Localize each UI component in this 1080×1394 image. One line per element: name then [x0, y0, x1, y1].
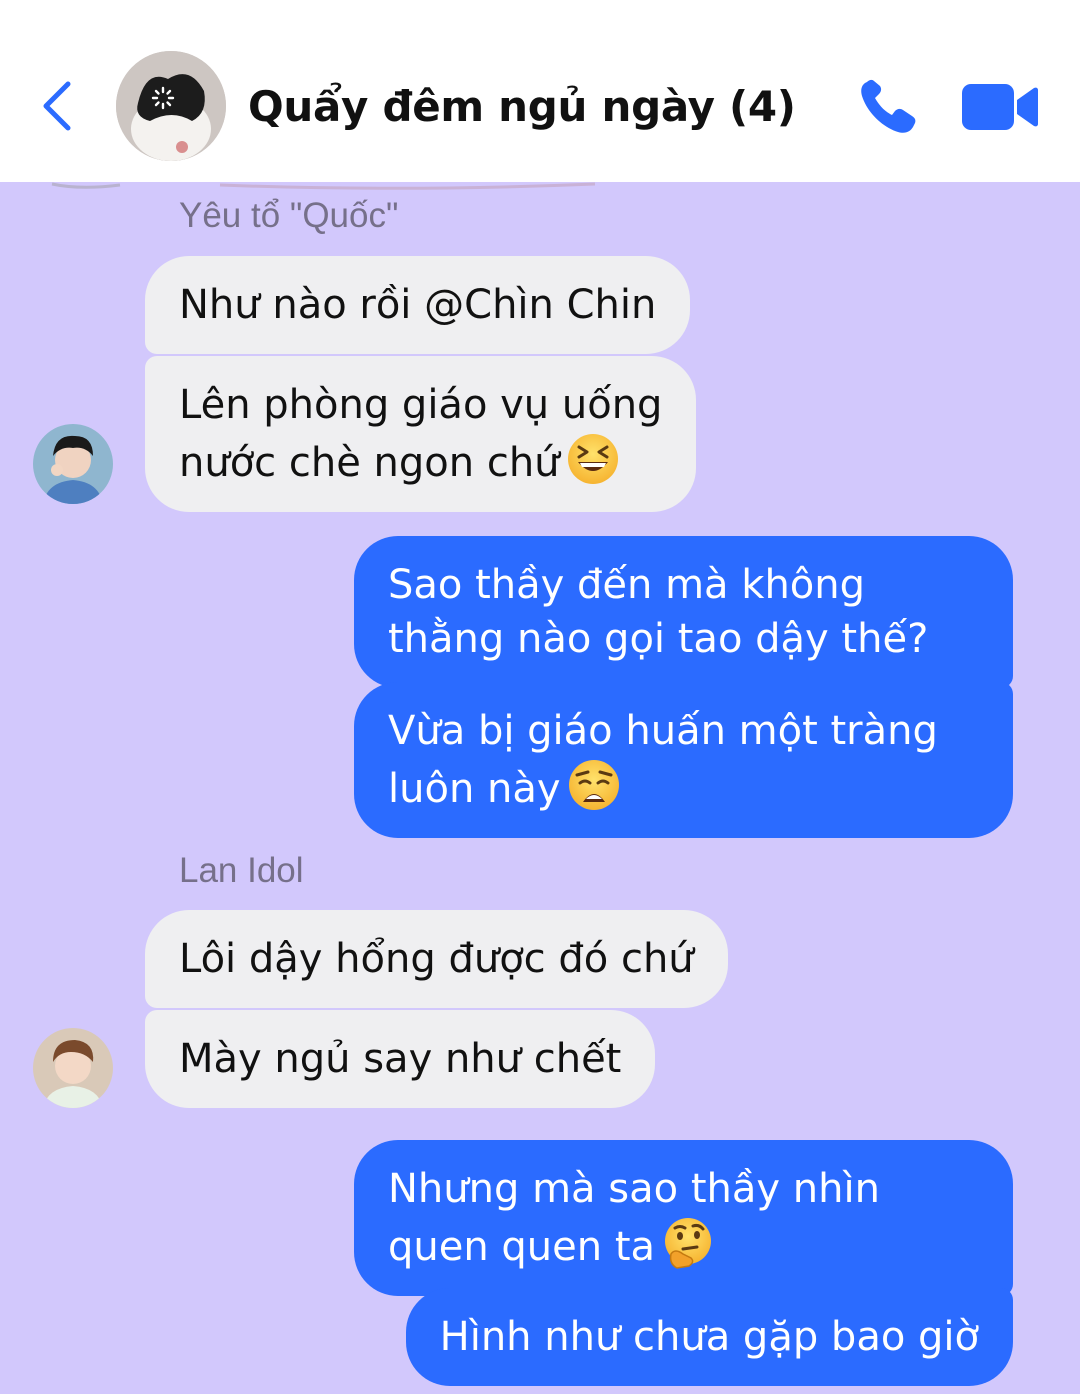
message-bubble-incoming[interactable]: Lôi dậy hổng được đó chứ [145, 910, 728, 1008]
message-bubble-outgoing[interactable]: Hình như chưa gặp bao giờ [405, 1288, 1013, 1386]
group-avatar[interactable] [116, 51, 226, 161]
message-text: quen quen ta [388, 1224, 656, 1270]
thinking-face-icon [665, 1218, 712, 1269]
chevron-left-icon[interactable] [36, 78, 80, 134]
sender-name: Yêu tổ "Quốc" [179, 196, 399, 235]
conversation-title[interactable]: Quẩy đêm ngủ ngày (4) [248, 82, 796, 131]
message-text: Vừa bị giáo huấn một tràng [388, 708, 938, 754]
chat-header: Quẩy đêm ngủ ngày (4) [0, 0, 1080, 182]
message-text: luôn này [388, 766, 561, 812]
video-camera-icon[interactable] [962, 82, 1038, 132]
sender-name: Lan Idol [179, 851, 304, 890]
message-bubble-incoming[interactable]: Mày ngủ say như chết [145, 1010, 656, 1108]
message-bubble-outgoing[interactable]: Sao thầy đến mà không thằng nào gọi tao … [354, 536, 1013, 688]
weary-face-icon [568, 760, 619, 810]
message-text: Sao thầy đến mà không [388, 562, 866, 608]
phone-icon[interactable] [858, 78, 920, 136]
message-text: Lôi dậy hổng được đó chứ [179, 936, 694, 982]
message-bubble-incoming[interactable]: Lên phòng giáo vụ uống nước chè ngon chứ [145, 356, 697, 512]
avatar[interactable] [33, 1028, 113, 1108]
message-text: Mày ngủ say như chết [179, 1036, 622, 1082]
avatar[interactable] [33, 424, 113, 504]
message-bubble-outgoing[interactable]: Nhưng mà sao thầy nhìn quen quen ta [354, 1140, 1013, 1296]
message-text: Như nào rồi @Chìn Chin [179, 282, 657, 328]
message-text: Lên phòng giáo vụ uống [179, 382, 663, 428]
grinning-squinting-face-icon [567, 434, 618, 484]
message-bubble-outgoing[interactable]: Vừa bị giáo huấn một tràng luôn này [354, 682, 1013, 838]
scrolled-off-content [51, 182, 596, 190]
message-text: Nhưng mà sao thầy nhìn [388, 1166, 880, 1212]
message-bubble-incoming[interactable]: Như nào rồi @Chìn Chin [145, 256, 691, 354]
message-text: thằng nào gọi tao dậy thế? [388, 616, 929, 662]
message-text: Hình như chưa gặp bao giờ [439, 1314, 979, 1360]
message-text: nước chè ngon chứ [179, 440, 560, 486]
